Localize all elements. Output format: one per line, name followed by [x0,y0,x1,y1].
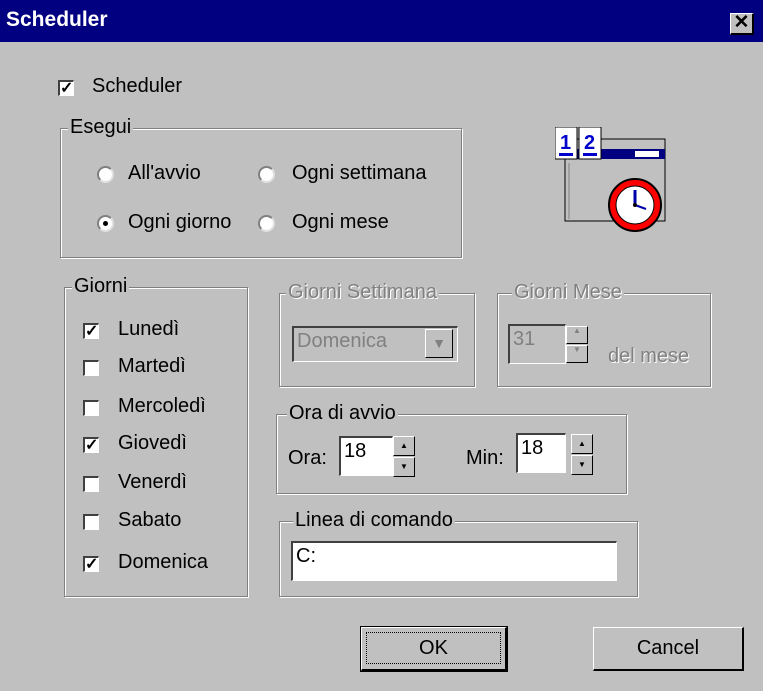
arrow-down-icon: ▼ [400,462,408,471]
ok-button-label: OK [419,637,448,659]
giorni-settimana-title: Giorni Settimana [286,281,439,303]
ok-button[interactable]: OK [360,626,508,672]
checkbox-sabato-label: Sabato [118,509,182,531]
ok-button-focus: OK [366,632,501,664]
checkbox-lunedi-label: Lunedì [118,318,180,340]
check-mark-icon: ✓ [85,437,99,454]
ora-avvio-title: Ora di avvio [287,402,398,424]
ora-avvio-group [276,414,627,494]
checkbox-mercoledi-label: Mercoledì [118,395,206,417]
min-spin-up[interactable]: ▲ [571,434,593,454]
radio-ogni-giorno[interactable] [97,215,114,232]
checkbox-domenica-label: Domenica [118,551,209,573]
min-value: 18 [521,437,544,459]
checkbox-domenica[interactable]: ✓ [83,556,99,573]
checkbox-giovedi-label: Giovedì [118,432,187,454]
window-title: Scheduler [6,8,108,31]
radio-ogni-giorno-label: Ogni giorno [128,211,232,233]
ora-label: Ora: [288,447,327,469]
checkbox-lunedi[interactable]: ✓ [83,323,99,340]
arrow-down-icon: ▼ [578,460,586,469]
radio-ogni-settimana[interactable] [258,166,275,183]
close-icon: ✕ [733,12,750,33]
radio-ogni-settimana-label: Ogni settimana [292,162,427,184]
giorni-mese-value: 31 [513,328,536,350]
checkbox-martedi-label: Martedì [118,355,186,377]
giorni-mese-spin-down[interactable]: ▼ [566,345,588,363]
close-button[interactable]: ✕ [730,13,754,35]
giorni-mese-title: Giorni Mese [512,281,624,303]
checkbox-mercoledi[interactable] [83,400,99,416]
min-input[interactable]: 18 [516,433,566,473]
arrow-up-icon: ▲ [573,326,581,335]
dropdown-arrow-button[interactable]: ▼ [425,329,453,358]
giorni-mese-input[interactable]: 31 [508,324,566,364]
min-label: Min: [466,447,504,469]
arrow-down-icon: ▼ [573,345,581,354]
check-mark-icon: ✓ [85,323,99,340]
radio-all-avvio[interactable] [97,166,114,183]
giorni-mese-suffix: del mese [608,345,690,367]
checkbox-venerdi-label: Venerdì [118,471,187,493]
radio-selected-dot [103,221,108,226]
checkbox-martedi[interactable] [83,360,99,376]
checkbox-giovedi[interactable]: ✓ [83,437,99,454]
min-spin-down[interactable]: ▼ [571,455,593,475]
scheduler-checkbox-label: Scheduler [92,75,183,97]
linea-comando-title: Linea di comando [293,509,455,531]
check-mark-icon: ✓ [85,556,99,573]
checkbox-venerdi[interactable] [83,476,99,492]
title-bar [0,0,763,42]
cancel-button-label: Cancel [636,637,700,659]
chevron-down-icon: ▼ [432,335,446,351]
linea-comando-value: C: [296,545,316,567]
ora-value: 18 [344,440,367,462]
checkbox-sabato[interactable] [83,514,99,530]
calendar-clock-icon: 1 2 [555,127,666,232]
arrow-up-icon: ▲ [400,441,408,450]
radio-all-avvio-label: All'avvio [128,162,201,184]
arrow-up-icon: ▲ [578,439,586,448]
giorni-mese-spin-up[interactable]: ▲ [566,326,588,344]
ora-input[interactable]: 18 [339,436,393,476]
ora-spin-up[interactable]: ▲ [393,436,415,456]
svg-text:1: 1 [560,132,571,154]
giorni-group-title: Giorni [72,275,130,297]
radio-ogni-mese-label: Ogni mese [292,211,389,233]
radio-ogni-mese[interactable] [258,215,275,232]
scheduler-checkbox[interactable]: ✓ [58,80,74,97]
esegui-group-title: Esegui [68,116,134,138]
check-mark-icon: ✓ [60,80,74,97]
esegui-group [60,128,462,258]
linea-comando-input[interactable]: C: [291,541,617,581]
cancel-button[interactable]: Cancel [593,627,744,671]
svg-text:2: 2 [584,132,595,154]
giorni-settimana-value: Domenica [297,330,388,352]
ora-spin-down[interactable]: ▼ [393,457,415,477]
